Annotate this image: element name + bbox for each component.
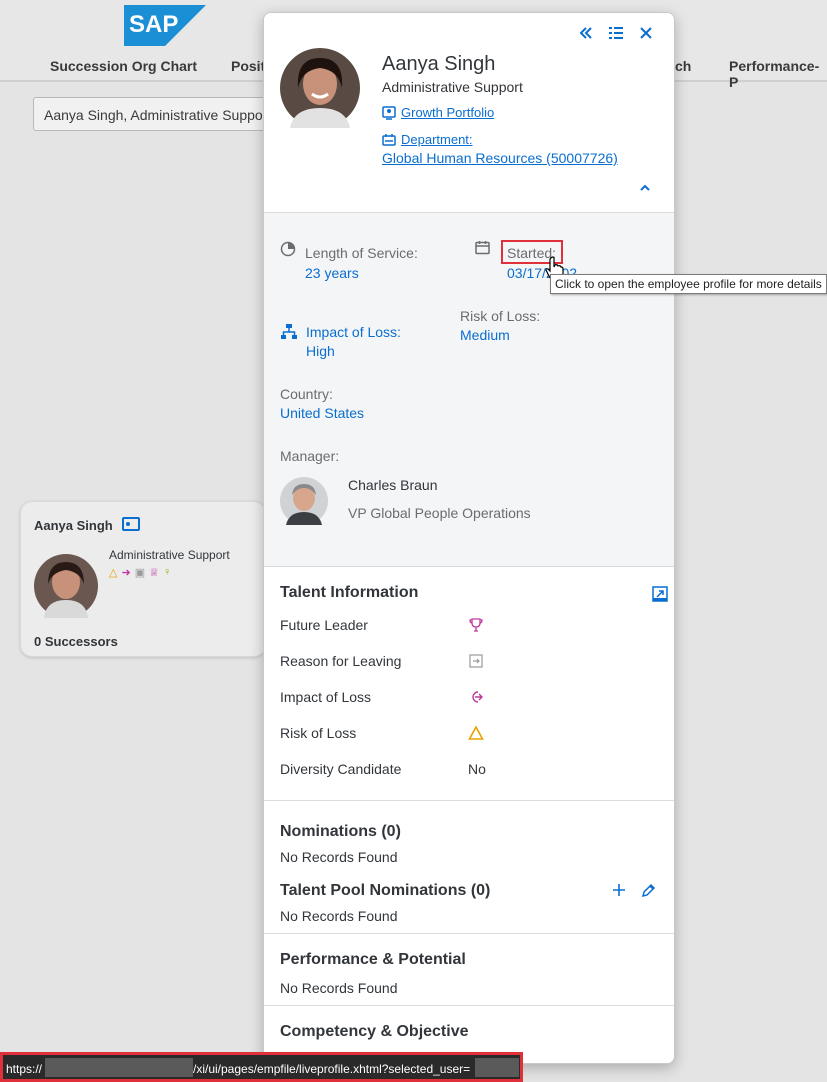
talent-row-label: Future Leader [280, 617, 368, 633]
risk-icon: △ [109, 567, 118, 579]
impact-icon: ➜ [121, 567, 131, 579]
browser-status-bar: https:// /xi/ui/pages/empfile/liveprofil… [0, 1052, 523, 1082]
list-icon[interactable] [608, 25, 624, 41]
growth-portfolio-link[interactable]: Growth Portfolio [401, 105, 494, 120]
performance-potential-section: Performance & Potential No Records Found [264, 934, 674, 1006]
nominations-section: Nominations (0) No Records Found Talent … [264, 801, 674, 934]
diversity-icon: ♀ [162, 566, 172, 578]
talent-pool-empty: No Records Found [280, 908, 398, 924]
talent-information-title: Talent Information [280, 584, 419, 601]
portfolio-icon [382, 105, 396, 120]
pie-chart-icon [280, 241, 296, 257]
talent-row-label: Impact of Loss [280, 689, 372, 705]
redacted-host [45, 1058, 193, 1077]
talent-row-label: Diversity Candidate [280, 761, 402, 777]
talent-pool-nominations-title: Talent Pool Nominations (0) [280, 882, 491, 899]
chevron-up-icon[interactable] [638, 181, 652, 195]
department-row: Department: [382, 132, 473, 147]
sap-logo: SAP [124, 5, 206, 46]
country-value: United States [280, 405, 365, 421]
successors-count: 0 Successors [34, 634, 118, 649]
double-chevron-left-icon[interactable] [578, 25, 594, 41]
diversity-candidate-value: No [468, 761, 486, 777]
card-name: Aanya Singh [34, 518, 113, 533]
warning-triangle-icon [468, 725, 484, 740]
employee-name: Aanya Singh [382, 53, 496, 75]
svg-text:SAP: SAP [129, 11, 178, 38]
card-avatar [34, 554, 98, 618]
department-label[interactable]: Department: [401, 132, 473, 147]
trophy-icon [469, 618, 483, 632]
length-of-service-value: 23 years [305, 265, 359, 281]
department-value-row: Global Human Resources (50007726) [382, 150, 618, 166]
reason-for-leaving-icon [469, 654, 483, 668]
risk-of-loss-value: Medium [460, 327, 510, 343]
performance-empty: No Records Found [280, 980, 398, 996]
department-link[interactable]: Global Human Resources (50007726) [382, 150, 618, 166]
manager-title: VP Global People Operations [348, 505, 531, 521]
talent-information-section: Talent Information Future Leader Reason … [264, 567, 674, 801]
nominations-title: Nominations (0) [280, 823, 401, 840]
contact-card-icon[interactable] [122, 517, 140, 531]
exit-arrow-icon [472, 691, 483, 703]
status-url-prefix: https:// [6, 1062, 43, 1076]
talent-row-label: Reason for Leaving [280, 653, 402, 669]
employee-details: Length of Service: 23 years Started: 03/… [264, 213, 674, 567]
employee-card[interactable]: Aanya Singh Administrative Support △ ➜ ▣… [20, 501, 266, 657]
length-of-service-label: Length of Service: [305, 245, 418, 261]
department-icon [382, 133, 396, 146]
nav-search[interactable]: ch [675, 58, 691, 74]
edit-pencil-icon[interactable] [641, 883, 656, 898]
quickcard-header: Aanya Singh Administrative Support Growt… [264, 13, 674, 213]
impact-of-loss-label: Impact of Loss: [306, 324, 401, 340]
open-external-icon[interactable] [652, 586, 668, 602]
performance-potential-title: Performance & Potential [280, 951, 466, 968]
employee-avatar [280, 48, 360, 128]
risk-of-loss-label: Risk of Loss: [460, 308, 541, 324]
trophy-icon: ♕ [149, 567, 159, 579]
nav-performance[interactable]: Performance-P [729, 58, 827, 90]
reason-icon: ▣ [134, 567, 146, 579]
calendar-icon [475, 241, 490, 255]
employee-quickcard: Aanya Singh Administrative Support Growt… [263, 12, 675, 1064]
nav-position[interactable]: Posit [231, 58, 265, 74]
started-tooltip: Click to open the employee profile for m… [550, 274, 827, 294]
country-label: Country: [280, 386, 333, 402]
status-url-path: /xi/ui/pages/empfile/liveprofile.xhtml?s… [193, 1062, 471, 1076]
manager-name[interactable]: Charles Braun [348, 477, 438, 493]
redacted-user [475, 1058, 519, 1077]
growth-portfolio-row: Growth Portfolio [382, 105, 494, 120]
manager-label: Manager: [280, 448, 340, 464]
card-role: Administrative Support [109, 548, 230, 562]
org-structure-icon [281, 324, 297, 339]
manager-avatar[interactable] [280, 477, 328, 525]
impact-of-loss-value: High [306, 343, 335, 359]
employee-title: Administrative Support [382, 79, 523, 95]
search-input[interactable]: Aanya Singh, Administrative Support [33, 97, 283, 131]
close-icon[interactable] [638, 25, 654, 41]
card-status-icons: △ ➜ ▣ ♕ ♀ [109, 566, 171, 579]
add-icon[interactable] [612, 883, 626, 897]
nav-succession-org-chart[interactable]: Succession Org Chart [50, 58, 197, 74]
header-toolbar [578, 25, 654, 41]
competency-objective-title: Competency & Objective [280, 1023, 469, 1040]
nominations-empty: No Records Found [280, 849, 398, 865]
talent-row-label: Risk of Loss [280, 725, 357, 741]
